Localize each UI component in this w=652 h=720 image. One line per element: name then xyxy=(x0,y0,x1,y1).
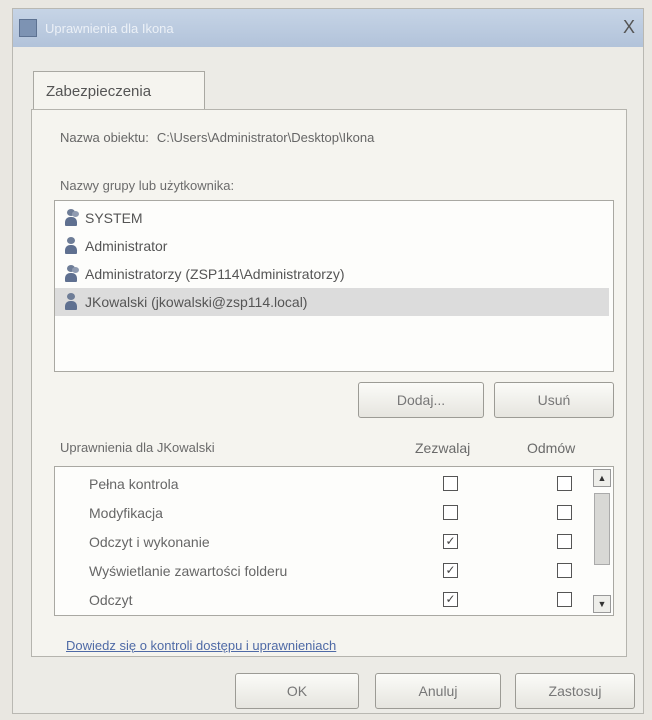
allow-checkbox[interactable] xyxy=(443,505,458,520)
user-icon xyxy=(63,237,79,255)
list-item[interactable]: SYSTEM xyxy=(55,204,613,232)
security-panel: Nazwa obiektu: C:\Users\Administrator\Des… xyxy=(31,109,627,657)
tab-label: Zabezpieczenia xyxy=(46,83,152,100)
allow-checkbox[interactable]: ✓ xyxy=(443,563,458,578)
permission-row: Modyfikacja xyxy=(55,498,585,528)
object-path: C:\Users\Administrator\Desktop\Ikona xyxy=(156,130,375,145)
list-item-label: Administrator xyxy=(85,238,168,254)
permission-name: Modyfikacja xyxy=(89,505,163,521)
list-item-selected[interactable]: JKowalski (jkowalski@zsp114.local) xyxy=(55,288,609,316)
permission-row: Pełna kontrola xyxy=(55,469,585,499)
object-name: Nazwa obiektu: C:\Users\Administrator\Des… xyxy=(60,130,374,145)
permissions-list: Pełna kontrola Modyfikacja Odczyt i wyko… xyxy=(54,466,614,616)
tab-security[interactable]: Zabezpieczenia xyxy=(33,71,205,111)
allow-checkbox[interactable] xyxy=(443,476,458,491)
add-button[interactable]: Dodaj... xyxy=(358,382,484,418)
allow-checkbox[interactable]: ✓ xyxy=(443,592,458,607)
permission-row: Wyświetlanie zawartości folderu ✓ xyxy=(55,556,585,586)
list-item[interactable]: Administratorzy (ZSP114\Administratorzy) xyxy=(55,260,613,288)
scroll-thumb[interactable] xyxy=(594,493,610,565)
deny-header: Odmów xyxy=(527,440,576,456)
group-list[interactable]: SYSTEM Administrator Administratorzy (ZS… xyxy=(54,200,614,372)
list-item[interactable]: Administrator xyxy=(55,232,613,260)
allow-checkbox[interactable]: ✓ xyxy=(443,534,458,549)
list-item-label: SYSTEM xyxy=(85,210,143,226)
user-icon xyxy=(63,293,79,311)
permission-name: Odczyt i wykonanie xyxy=(89,534,210,550)
permission-name: Wyświetlanie zawartości folderu xyxy=(89,563,288,579)
remove-button[interactable]: Usuń xyxy=(494,382,614,418)
cancel-button[interactable]: Anuluj xyxy=(375,673,501,709)
title-bar[interactable]: Uprawnienia dla Ikona X xyxy=(13,9,643,47)
permissions-label: Uprawnienia dla JKowalski xyxy=(60,440,215,455)
permissions-dialog: Uprawnienia dla Ikona X Zabezpieczenia N… xyxy=(12,8,644,714)
folder-icon xyxy=(19,19,37,37)
window-title: Uprawnienia dla Ikona xyxy=(45,20,174,36)
deny-checkbox[interactable] xyxy=(557,563,572,578)
permission-row: Odczyt ✓ xyxy=(55,585,585,615)
deny-checkbox[interactable] xyxy=(557,476,572,491)
list-item-label: JKowalski (jkowalski@zsp114.local) xyxy=(85,294,308,310)
ok-button[interactable]: OK xyxy=(235,673,359,709)
scrollbar[interactable]: ▲ ▼ xyxy=(593,469,611,613)
groups-label: Nazwy grupy lub użytkownika: xyxy=(60,178,235,193)
scroll-up-icon[interactable]: ▲ xyxy=(593,469,611,487)
deny-checkbox[interactable] xyxy=(557,592,572,607)
group-icon xyxy=(63,265,79,283)
allow-header: Zezwalaj xyxy=(415,440,471,456)
permission-name: Pełna kontrola xyxy=(89,476,179,492)
group-icon xyxy=(63,209,79,227)
deny-checkbox[interactable] xyxy=(557,505,572,520)
access-control-link[interactable]: Dowiedz się o kontroli dostępu i uprawni… xyxy=(66,638,336,653)
deny-checkbox[interactable] xyxy=(557,534,572,549)
object-name-label: Nazwa obiektu: xyxy=(60,130,149,145)
list-item-label: Administratorzy (ZSP114\Administratorzy) xyxy=(85,266,345,282)
close-icon[interactable]: X xyxy=(623,17,635,38)
apply-button[interactable]: Zastosuj xyxy=(515,673,635,709)
permission-row: Odczyt i wykonanie ✓ xyxy=(55,527,585,557)
permission-name: Odczyt xyxy=(89,592,133,608)
scroll-down-icon[interactable]: ▼ xyxy=(593,595,611,613)
